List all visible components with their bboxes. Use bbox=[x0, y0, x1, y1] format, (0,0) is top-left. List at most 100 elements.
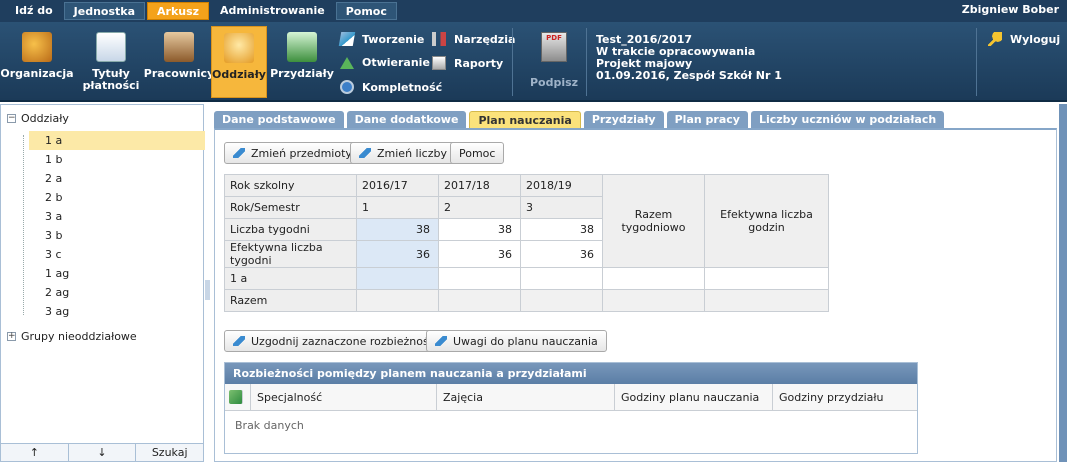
right-collapsed-panel[interactable] bbox=[1059, 104, 1067, 462]
tree-item-3ag[interactable]: 3 ag bbox=[29, 302, 205, 321]
tree-item-3c[interactable]: 3 c bbox=[29, 245, 205, 264]
menu-pomoc[interactable]: Pomoc bbox=[335, 2, 397, 20]
wyloguj-button[interactable]: Wyloguj bbox=[988, 32, 1060, 46]
col-zajecia[interactable]: Zajęcia bbox=[437, 384, 615, 410]
tree-item-1ag[interactable]: 1 ag bbox=[29, 264, 205, 283]
weeks-cell[interactable]: 38 bbox=[356, 218, 439, 241]
uzgodnij-label: Uzgodnij zaznaczone rozbieżności bbox=[251, 334, 438, 348]
search-button[interactable]: Szukaj bbox=[136, 444, 203, 461]
tworzenie-button[interactable]: Tworzenie bbox=[338, 32, 424, 46]
weeks-cell[interactable]: 38 bbox=[520, 218, 603, 241]
col-godziny-przydzialu[interactable]: Godziny przydziału bbox=[773, 384, 917, 410]
pencil-icon bbox=[359, 148, 371, 158]
tree-item-2a[interactable]: 2 a bbox=[29, 169, 205, 188]
discrepancies-header: Specjalność Zajęcia Godziny planu naucza… bbox=[225, 384, 917, 411]
uzgodnij-button[interactable]: Uzgodnij zaznaczone rozbieżności bbox=[224, 330, 447, 352]
ribbon-separator bbox=[512, 28, 513, 96]
tree-item-1b[interactable]: 1 b bbox=[29, 150, 205, 169]
uwagi-button[interactable]: Uwagi do planu nauczania bbox=[426, 330, 607, 352]
tree-panel: − Oddziały 1 a 1 b 2 a 2 b 3 a 3 b 3 c 1… bbox=[0, 104, 205, 462]
row-label-efektywna: Efektywna liczba tygodni bbox=[224, 240, 357, 268]
oddzialy-button[interactable]: Oddziały bbox=[211, 26, 267, 98]
tree-item-3a[interactable]: 3 a bbox=[29, 207, 205, 226]
tree-node-grupy[interactable]: + Grupy nieoddziałowe bbox=[1, 327, 201, 346]
pencil-icon bbox=[233, 336, 245, 346]
podpisz-button[interactable]: PDF Podpisz bbox=[526, 28, 582, 98]
zmien-liczby-button[interactable]: Zmień liczby bbox=[350, 142, 456, 164]
organizacja-button[interactable]: Organizacja bbox=[0, 26, 74, 98]
tab-bar: Dane podstawowe Dane dodatkowe Plan nauc… bbox=[214, 111, 947, 129]
zmien-liczby-label: Zmień liczby bbox=[377, 146, 447, 160]
class-cell bbox=[704, 267, 829, 290]
effective-weeks-cell[interactable]: 36 bbox=[438, 240, 521, 268]
raporty-button[interactable]: Raporty bbox=[432, 56, 503, 70]
effective-weeks-cell[interactable]: 36 bbox=[520, 240, 603, 268]
row-label-rok-szkolny: Rok szkolny bbox=[224, 174, 357, 197]
tree-node-oddzialy[interactable]: − Oddziały bbox=[1, 109, 201, 128]
select-all-cell[interactable] bbox=[225, 384, 251, 410]
user-name: Zbigniew Bober bbox=[961, 3, 1059, 16]
pracownicy-button[interactable]: Pracownicy bbox=[144, 26, 214, 98]
panel-collapse-handle[interactable] bbox=[205, 280, 210, 300]
menu-administrowanie[interactable]: Administrowanie bbox=[211, 2, 334, 20]
tab-dane-podstawowe[interactable]: Dane podstawowe bbox=[214, 111, 344, 128]
people-icon bbox=[224, 33, 254, 63]
class-cell[interactable] bbox=[356, 267, 439, 290]
pracownicy-label: Pracownicy bbox=[143, 67, 215, 80]
narzedzia-label: Narzędzia bbox=[454, 32, 516, 46]
pomoc-button[interactable]: Pomoc bbox=[450, 142, 505, 164]
tab-plan-nauczania[interactable]: Plan nauczania bbox=[469, 111, 581, 128]
narzedzia-button[interactable]: Narzędzia bbox=[432, 32, 515, 46]
tree-item-2b[interactable]: 2 b bbox=[29, 188, 205, 207]
ribbon: Organizacja Tytuły płatności Pracownicy … bbox=[0, 22, 1067, 102]
pencil-icon bbox=[233, 148, 245, 158]
podpisz-label: Podpisz bbox=[529, 76, 579, 89]
tree-item-2ag[interactable]: 2 ag bbox=[29, 283, 205, 302]
semester-cell: 2 bbox=[438, 196, 521, 219]
tree-item-1a[interactable]: 1 a bbox=[29, 131, 205, 150]
pdf-printer-icon: PDF bbox=[541, 32, 567, 62]
zmien-przedmioty-button[interactable]: Zmień przedmioty bbox=[224, 142, 361, 164]
class-cell[interactable] bbox=[520, 267, 603, 290]
efektywna-godzin-header: Efektywna liczba godzin bbox=[704, 174, 829, 268]
discrepancies-grid: Rozbieżności pomiędzy planem nauczania a… bbox=[224, 362, 918, 454]
tab-dane-dodatkowe[interactable]: Dane dodatkowe bbox=[346, 111, 467, 128]
otwieranie-label: Otwieranie bbox=[362, 56, 430, 69]
move-down-button[interactable]: ↓ bbox=[69, 444, 137, 461]
menu-jednostka[interactable]: Jednostka bbox=[63, 2, 145, 20]
przydzialy-label: Przydziały bbox=[270, 67, 334, 80]
total-cell bbox=[602, 289, 705, 312]
tab-przydzialy[interactable]: Przydziały bbox=[583, 111, 664, 128]
expand-icon[interactable]: + bbox=[7, 332, 16, 341]
tree-item-3b[interactable]: 3 b bbox=[29, 226, 205, 245]
otwieranie-button[interactable]: Otwieranie bbox=[340, 56, 430, 69]
tab-plan-pracy[interactable]: Plan pracy bbox=[666, 111, 748, 128]
ribbon-separator bbox=[976, 28, 977, 96]
tab-liczby-uczniow[interactable]: Liczby uczniów w podziałach bbox=[750, 111, 945, 128]
year-cell: 2016/17 bbox=[356, 174, 439, 197]
tytuly-platnosci-button[interactable]: Tytuły płatności bbox=[80, 26, 142, 98]
przydzialy-button[interactable]: Przydziały bbox=[270, 26, 334, 98]
effective-weeks-cell[interactable]: 36 bbox=[356, 240, 439, 268]
kompletnosc-label: Kompletność bbox=[362, 80, 443, 94]
razem-tygodniowo-header: Razem tygodniowo bbox=[602, 174, 705, 268]
col-godziny-planu[interactable]: Godziny planu nauczania bbox=[615, 384, 773, 410]
move-up-button[interactable]: ↑ bbox=[1, 444, 69, 461]
tree-footer: ↑ ↓ Szukaj bbox=[1, 443, 203, 461]
pdf-icon-label: PDF bbox=[546, 34, 562, 42]
collapse-icon[interactable]: − bbox=[7, 114, 16, 123]
table-row: 1 a bbox=[224, 267, 829, 290]
class-cell[interactable] bbox=[438, 267, 521, 290]
staff-icon bbox=[164, 32, 194, 62]
menu-arkusz[interactable]: Arkusz bbox=[147, 2, 210, 20]
checkbox-icon[interactable] bbox=[229, 390, 243, 404]
total-cell bbox=[438, 289, 521, 312]
weeks-cell[interactable]: 38 bbox=[438, 218, 521, 241]
top-menu-bar: Idź do Jednostka Arkusz Administrowanie … bbox=[0, 0, 1067, 22]
semester-cell: 3 bbox=[520, 196, 603, 219]
kompletnosc-button[interactable]: Kompletność bbox=[340, 80, 442, 94]
menu-idz-do[interactable]: Idź do bbox=[6, 2, 62, 20]
col-specjalnosc[interactable]: Specjalność bbox=[251, 384, 437, 410]
pencil-icon bbox=[435, 336, 447, 346]
total-cell bbox=[520, 289, 603, 312]
